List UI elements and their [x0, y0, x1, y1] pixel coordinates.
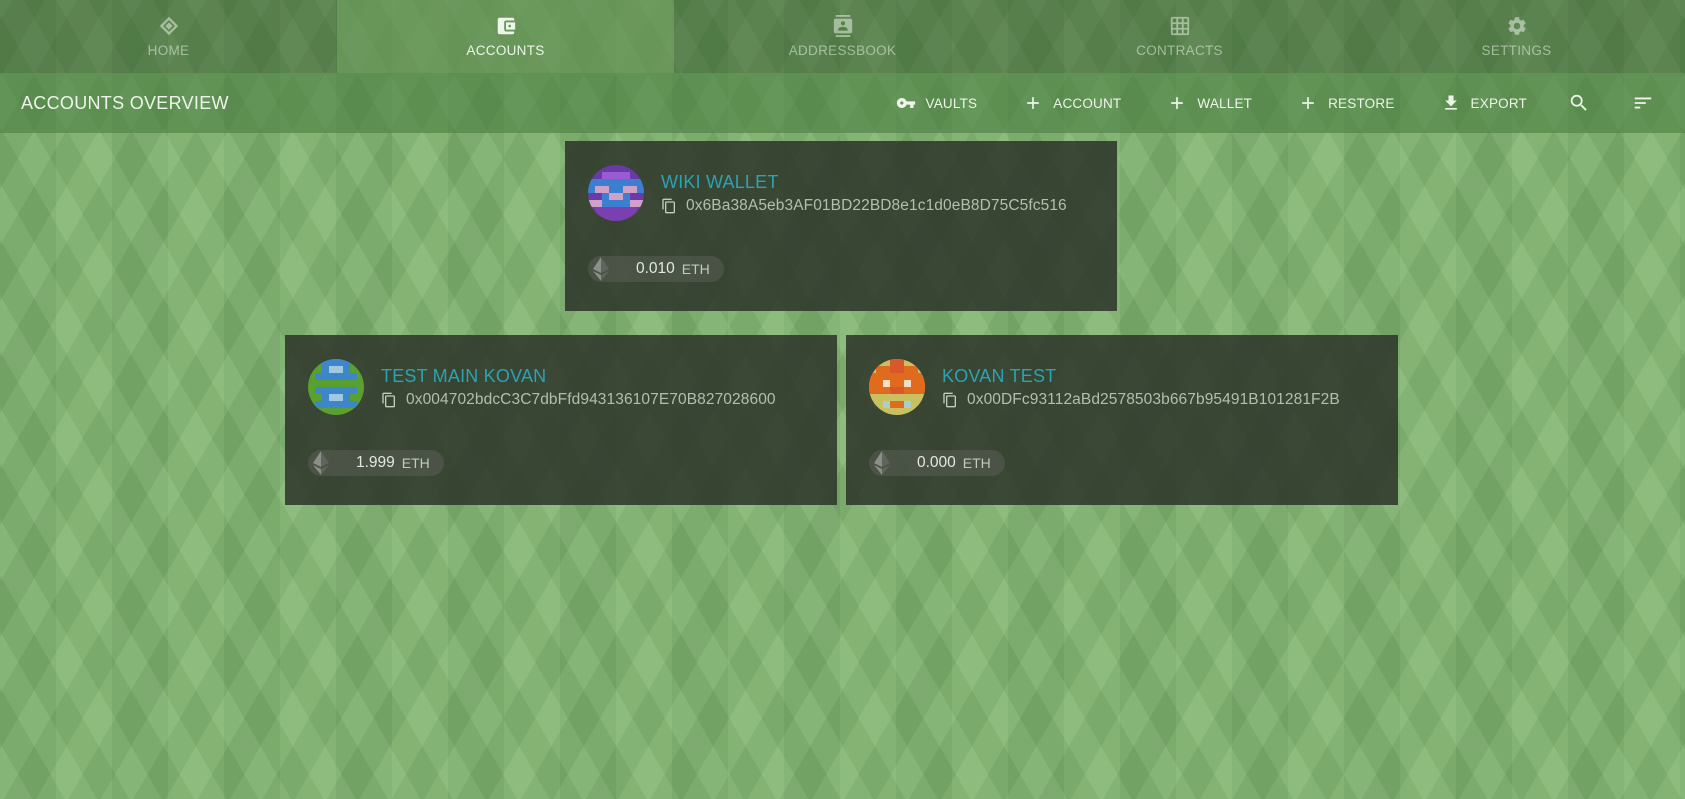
add-account-button-label: ACCOUNT — [1053, 95, 1122, 111]
search-button[interactable] — [1559, 83, 1599, 123]
account-name[interactable]: KOVAN TEST — [942, 366, 1056, 387]
balance-unit: ETH — [681, 261, 710, 277]
vaults-button-label: VAULTS — [925, 95, 978, 111]
add-account-button[interactable]: ACCOUNT — [1009, 83, 1135, 123]
toolbar-actions: VAULTS ACCOUNT WALLET RESTORE EXPORT — [882, 73, 1685, 133]
ethereum-icon — [869, 450, 895, 476]
avatar — [308, 359, 364, 415]
wallet-icon — [494, 14, 518, 38]
key-icon — [896, 98, 915, 108]
download-icon — [1444, 95, 1457, 110]
address-row: 0x6Ba38A5eb3AF01BD22BD8e1c1d0eB8D75C5fc5… — [661, 197, 1067, 215]
account-address: 0x00DFc93112aBd2578503b667b95491B101281F… — [967, 391, 1340, 408]
export-button[interactable]: EXPORT — [1427, 83, 1541, 123]
copy-icon[interactable] — [381, 392, 397, 408]
balance-value: 0.010 — [636, 260, 675, 277]
ethereum-icon — [308, 450, 334, 476]
account-name[interactable]: TEST MAIN KOVAN — [381, 366, 546, 387]
copy-icon[interactable] — [661, 198, 677, 214]
copy-icon[interactable] — [942, 392, 958, 408]
tab-settings[interactable]: SETTINGS — [1348, 0, 1685, 73]
restore-button[interactable]: RESTORE — [1284, 83, 1408, 123]
avatar — [869, 359, 925, 415]
tab-accounts[interactable]: ACCOUNTS — [337, 0, 674, 73]
balance-value: 1.999 — [356, 454, 395, 471]
home-diamond-icon — [157, 14, 181, 38]
tab-addressbook-label: ADDRESSBOOK — [788, 43, 897, 58]
plus-icon — [1027, 97, 1040, 109]
tab-contracts-label: CONTRACTS — [1136, 43, 1223, 58]
account-address: 0x004702bdcC3C7dbFfd943136107E70B8270286… — [406, 391, 776, 408]
tab-contracts[interactable]: CONTRACTS — [1011, 0, 1348, 73]
balance-unit: ETH — [401, 455, 430, 471]
account-card[interactable]: KOVAN TEST 0x00DFc93112aBd2578503b667b95… — [846, 335, 1398, 505]
add-wallet-button-label: WALLET — [1197, 95, 1253, 111]
tab-settings-label: SETTINGS — [1481, 43, 1552, 58]
vaults-button[interactable]: VAULTS — [882, 83, 992, 123]
contact-card-icon — [831, 14, 855, 38]
tab-accounts-label: ACCOUNTS — [466, 43, 545, 58]
account-address: 0x6Ba38A5eb3AF01BD22BD8e1c1d0eB8D75C5fc5… — [686, 197, 1067, 214]
accounts-toolbar: ACCOUNTS OVERVIEW VAULTS ACCOUNT WALLET … — [0, 73, 1685, 133]
tab-home-label: HOME — [147, 43, 190, 58]
sort-button[interactable] — [1623, 83, 1663, 123]
ethereum-icon — [588, 256, 614, 282]
balance-unit: ETH — [962, 455, 991, 471]
avatar — [588, 165, 644, 221]
account-card[interactable]: TEST MAIN KOVAN 0x004702bdcC3C7dbFfd9431… — [285, 335, 837, 505]
balance-value: 0.000 — [917, 454, 956, 471]
account-name[interactable]: WIKI WALLET — [661, 172, 779, 193]
balance-chip: 0.000 ETH — [869, 450, 1005, 476]
add-wallet-button[interactable]: WALLET — [1153, 83, 1266, 123]
search-icon — [1570, 94, 1587, 111]
plus-icon — [1171, 97, 1184, 109]
address-row: 0x004702bdcC3C7dbFfd943136107E70B8270286… — [381, 391, 776, 409]
gear-icon — [1505, 14, 1529, 38]
page-title: ACCOUNTS OVERVIEW — [21, 92, 229, 113]
address-row: 0x00DFc93112aBd2578503b667b95491B101281F… — [942, 391, 1340, 409]
grid-icon — [1168, 14, 1192, 38]
balance-chip: 1.999 ETH — [308, 450, 444, 476]
restore-button-label: RESTORE — [1328, 95, 1395, 111]
plus-icon — [1302, 97, 1314, 109]
tab-home[interactable]: HOME — [0, 0, 337, 73]
balance-chip: 0.010 ETH — [588, 256, 724, 282]
main-tab-bar: HOME ACCOUNTS ADDRESSBOOK CONTRACTS SETT… — [0, 0, 1685, 73]
sort-icon — [1634, 97, 1652, 109]
account-card[interactable]: WIKI WALLET 0x6Ba38A5eb3AF01BD22BD8e1c1d… — [565, 141, 1117, 311]
export-button-label: EXPORT — [1470, 95, 1527, 111]
tab-addressbook[interactable]: ADDRESSBOOK — [674, 0, 1011, 73]
